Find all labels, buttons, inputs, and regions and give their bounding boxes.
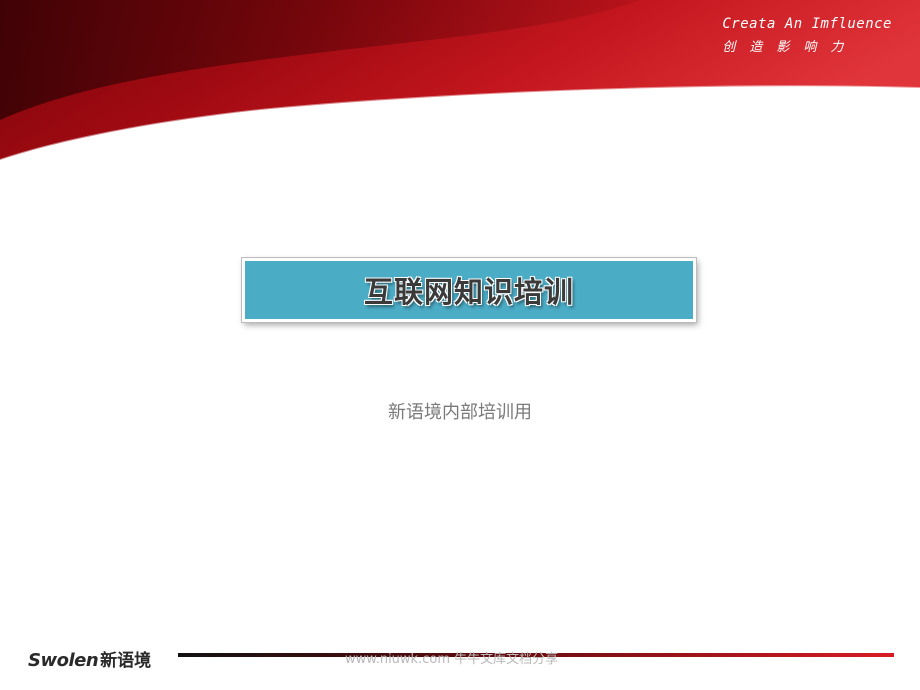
slide-title: 互联网知识培训 — [363, 275, 574, 309]
slide-subtitle: 新语境内部培训用 — [388, 402, 532, 423]
tagline-english: Creata An Imfluence — [722, 16, 892, 32]
logo-english: Swolen — [28, 650, 99, 671]
title-box: 互联网知识培训 — [242, 258, 696, 322]
watermark: www.niuwk.com 牛牛文库文档分享 — [345, 652, 559, 667]
tagline-chinese: 创造影响力 — [722, 40, 858, 55]
company-logo: Swolen 新语境 — [28, 646, 151, 671]
slide: Creata An Imfluence 创造影响力 互联网知识培训 新语境内部培… — [0, 0, 920, 690]
logo-chinese: 新语境 — [100, 651, 152, 671]
tagline: Creata An Imfluence 创造影响力 — [722, 16, 892, 55]
